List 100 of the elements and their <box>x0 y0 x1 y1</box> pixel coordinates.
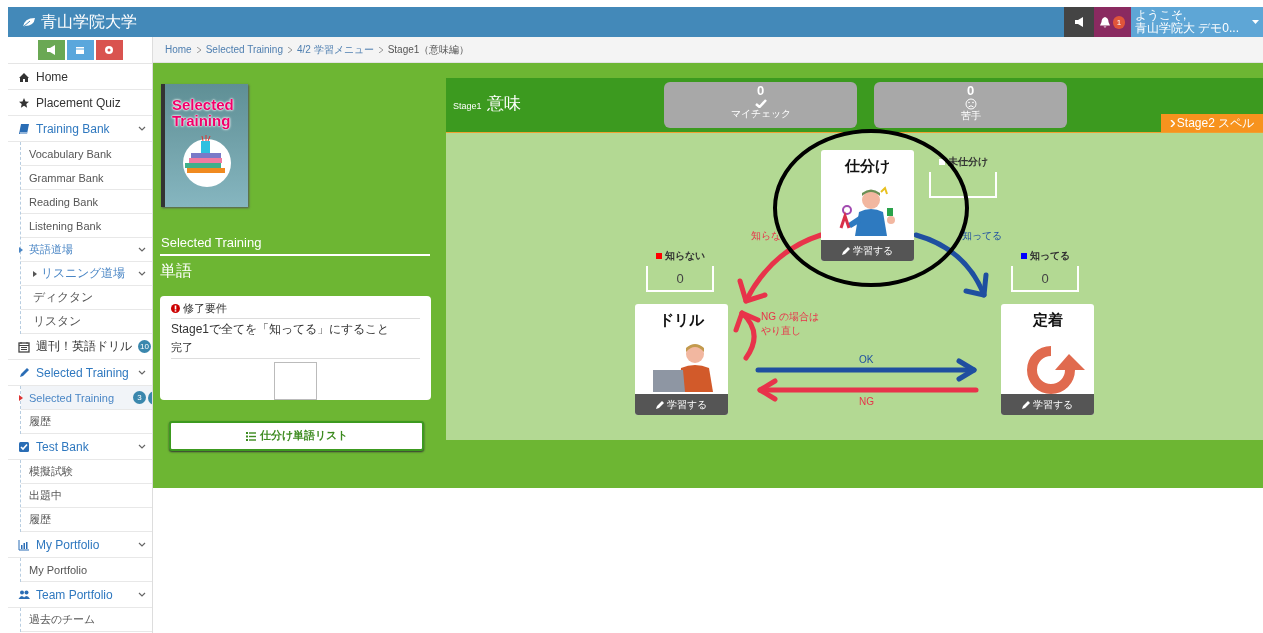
announce-button[interactable] <box>37 40 65 60</box>
sidebar-item[interactable]: Test Bank <box>8 434 152 460</box>
megaphone-icon <box>46 45 56 55</box>
sidebar-item[interactable]: Reading Bank <box>21 190 152 214</box>
cover-title: Selected Training <box>171 97 235 129</box>
leaf-icon <box>22 16 36 28</box>
sidebar-item[interactable]: 過去のチーム <box>21 608 152 632</box>
counter-value: 0 <box>1011 266 1079 292</box>
book-icon <box>18 122 30 135</box>
chevron-icon <box>196 46 201 53</box>
sidebar-item[interactable]: Grammar Bank <box>21 166 152 190</box>
arrow-label: 知ってる <box>962 229 1002 242</box>
bar-chart-icon <box>18 538 30 551</box>
sidebar-item[interactable]: リスタン <box>21 310 152 334</box>
counter-label: 知ってる <box>1029 249 1070 263</box>
sidebar-item[interactable]: Placement Quiz <box>8 90 152 116</box>
count-badge: 10 <box>138 340 151 353</box>
stage-title: 意味 <box>486 93 521 115</box>
sidebar-item[interactable]: Vocabulary Bank <box>21 142 152 166</box>
empty-stamp-box <box>274 362 317 400</box>
study-button[interactable]: 学習する <box>821 240 914 261</box>
star-icon <box>18 96 30 109</box>
bell-icon <box>1100 16 1110 28</box>
checkbox-icon <box>18 440 30 453</box>
caret-icon <box>33 270 37 277</box>
sidebar-item[interactable]: 週刊！英語ドリル 10 <box>8 334 152 360</box>
calendar-button[interactable] <box>66 40 94 60</box>
sidebar-item[interactable]: Team Portfolio <box>8 582 152 608</box>
arrow-label: やり直し <box>761 324 801 337</box>
home-icon <box>18 70 30 83</box>
curved-arrow <box>733 310 761 361</box>
word-list-button[interactable]: 仕分け単語リスト <box>169 421 424 451</box>
sidebar-item[interactable]: 出題中 <box>21 484 152 508</box>
pencil-icon <box>18 366 30 379</box>
stat-label: マイチェック <box>730 108 791 119</box>
check-icon <box>754 98 767 108</box>
notification-button[interactable]: 1 <box>1094 7 1131 37</box>
sidebar-item[interactable]: 履歴 <box>21 410 152 434</box>
study-button[interactable]: 学習する <box>1001 394 1094 415</box>
arrow-label: OK <box>859 353 874 366</box>
sidebar-item[interactable]: My Portfolio <box>8 532 152 558</box>
chevron-icon <box>378 46 383 53</box>
megaphone-icon <box>1073 17 1085 27</box>
arrow-label: NG <box>859 395 874 408</box>
sidebar-item[interactable]: 履歴 <box>21 508 152 532</box>
arrow-label: NG の場合は <box>761 310 819 323</box>
chevron-icon[interactable] <box>138 247 146 252</box>
counter-value: 0 <box>646 266 714 292</box>
counter-label: 知らない <box>664 249 705 263</box>
alert-icon <box>171 304 180 313</box>
chevron-icon[interactable] <box>138 126 146 131</box>
study-button[interactable]: 学習する <box>635 394 728 415</box>
stat-count: 0 <box>756 84 765 98</box>
status-text: 完了 <box>171 340 420 359</box>
sidebar-item[interactable]: Listening Bank <box>21 214 152 238</box>
breadcrumb-link[interactable]: Selected Training <box>205 44 283 55</box>
card-title: 定着 <box>1032 312 1063 328</box>
sidebar-item[interactable]: My Portfolio <box>21 558 152 582</box>
stage-label: Stage1 <box>453 101 482 111</box>
caret-icon <box>19 246 23 253</box>
course-title: Selected Training <box>160 235 430 256</box>
welcome-text: ようこそ, <box>1135 9 1187 22</box>
calendar-icon <box>75 45 85 55</box>
sidebar-item[interactable]: ディクタン <box>21 286 152 310</box>
chevron-icon[interactable] <box>138 444 146 449</box>
pencil-icon <box>656 400 664 409</box>
caret-icon <box>1252 20 1259 24</box>
chevron-icon <box>1169 119 1175 127</box>
users-icon <box>18 588 30 601</box>
sidebar-item[interactable]: Home <box>8 64 152 90</box>
count-badge: 3 <box>133 391 146 404</box>
breadcrumb-link[interactable]: 4/2 学習メニュー <box>296 42 374 57</box>
breadcrumb-link[interactable]: Home <box>165 44 192 55</box>
settings-button[interactable] <box>95 40 123 60</box>
stat-label: 苦手 <box>960 110 981 121</box>
sidebar-item[interactable]: 英語道場 <box>21 238 152 262</box>
calendar-icon <box>18 340 30 353</box>
chevron-icon[interactable] <box>138 542 146 547</box>
breadcrumb-link[interactable]: Stage1（意味編） <box>387 42 470 57</box>
chevron-icon <box>287 46 292 53</box>
user-name: 青山学院大 デモ0... <box>1135 22 1239 35</box>
pencil-icon <box>842 246 850 255</box>
requirement-heading: 修了要件 <box>183 301 227 316</box>
sidebar-item[interactable]: リスニング道場 <box>21 262 152 286</box>
caret-icon <box>19 394 23 401</box>
settings-icon <box>104 45 114 55</box>
card-title: 仕分け <box>845 158 890 174</box>
site-logo[interactable]: 青山学院大学 <box>41 11 137 33</box>
requirement-text: Stage1で全てを「知ってる」にすること <box>171 321 391 338</box>
chevron-icon[interactable] <box>138 592 146 597</box>
sidebar-item[interactable]: 模擬試験 <box>21 460 152 484</box>
course-subtitle: 単語 <box>160 261 193 282</box>
chevron-icon[interactable] <box>138 271 146 276</box>
chevron-icon[interactable] <box>138 370 146 375</box>
sidebar-item[interactable]: Training Bank <box>8 116 152 142</box>
sidebar-item[interactable]: Selected Training 3 <box>21 386 152 410</box>
pencil-icon <box>1022 400 1030 409</box>
notification-badge: 1 <box>1113 15 1125 29</box>
card-title: ドリル <box>659 312 704 328</box>
announcement-button[interactable] <box>1064 7 1094 37</box>
